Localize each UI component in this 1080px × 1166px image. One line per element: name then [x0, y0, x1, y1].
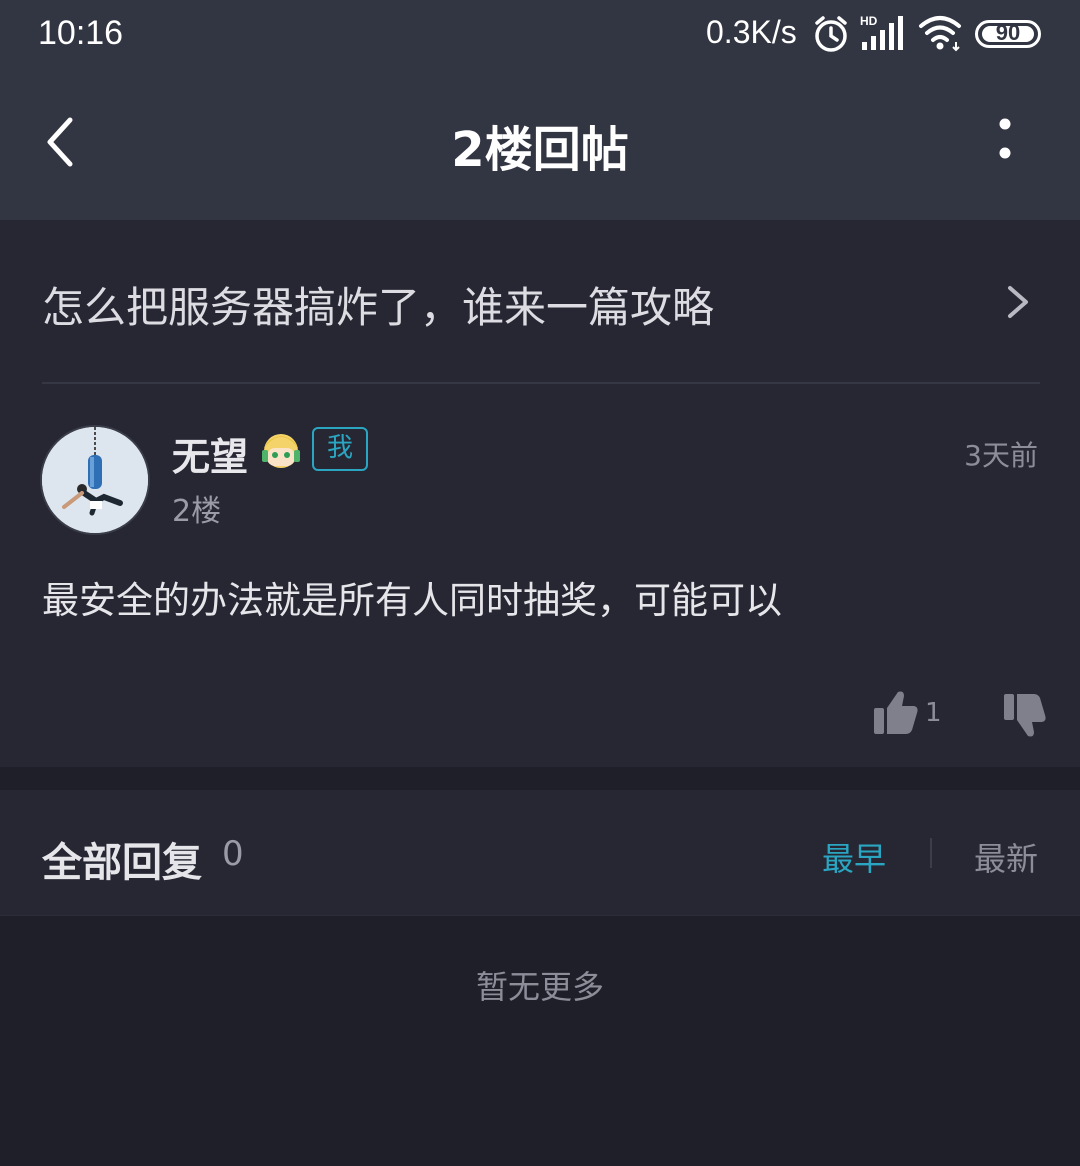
floor-label: 2楼 [172, 494, 222, 529]
sort-newest-tab[interactable]: 最新 [974, 834, 1038, 880]
me-badge: 我 [312, 427, 368, 471]
thread-link[interactable]: 怎么把服务器搞炸了，谁来一篇攻略 [0, 220, 1080, 382]
top-bar: 10:16 0.3K/s HD 90 2楼回帖 [0, 0, 1080, 220]
like-count: 1 [925, 698, 942, 728]
battery-icon: 90 [975, 20, 1041, 48]
battery-level: 90 [995, 20, 1021, 45]
author-name[interactable]: 无望 [172, 426, 248, 481]
status-bar: 10:16 0.3K/s HD 90 [0, 0, 1080, 70]
post-content: 最安全的办法就是所有人同时抽奖，可能可以 [42, 579, 782, 622]
replies-title: 全部回复 [42, 840, 202, 886]
thumbs-down-icon [1004, 694, 1046, 737]
post-card: 怎么把服务器搞炸了，谁来一篇攻略 无望 我 2楼 3天前 最安全的办法就是所有人… [0, 220, 1080, 767]
level-badge-icon [262, 434, 300, 468]
sort-divider [930, 838, 932, 868]
divider [42, 382, 1040, 384]
page-title: 2楼回帖 [451, 122, 629, 178]
thread-title: 怎么把服务器搞炸了，谁来一篇攻略 [42, 283, 715, 332]
status-time: 10:16 [38, 14, 124, 52]
signal-icon: HD [860, 14, 903, 50]
reply-list: 暂无更多 [0, 915, 1080, 1166]
more-vertical-icon [999, 118, 1011, 159]
alarm-icon [815, 16, 847, 52]
reply-header: 全部回复 0 最早 最新 [0, 790, 1080, 915]
network-speed: 0.3K/s [706, 14, 797, 50]
empty-state-text: 暂无更多 [475, 968, 604, 1006]
network-type: HD [860, 14, 878, 28]
replies-count: 0 [222, 834, 244, 874]
thumbs-up-icon [874, 691, 918, 734]
sort-earliest-tab[interactable]: 最早 [822, 834, 886, 880]
more-button[interactable] [980, 110, 1030, 174]
chevron-right-icon [1008, 286, 1028, 318]
wifi-icon [919, 16, 961, 52]
nav-bar: 2楼回帖 [0, 70, 1080, 220]
avatar[interactable] [42, 427, 148, 533]
dislike-button[interactable] [1002, 692, 1048, 740]
post-time: 3天前 [964, 439, 1038, 472]
